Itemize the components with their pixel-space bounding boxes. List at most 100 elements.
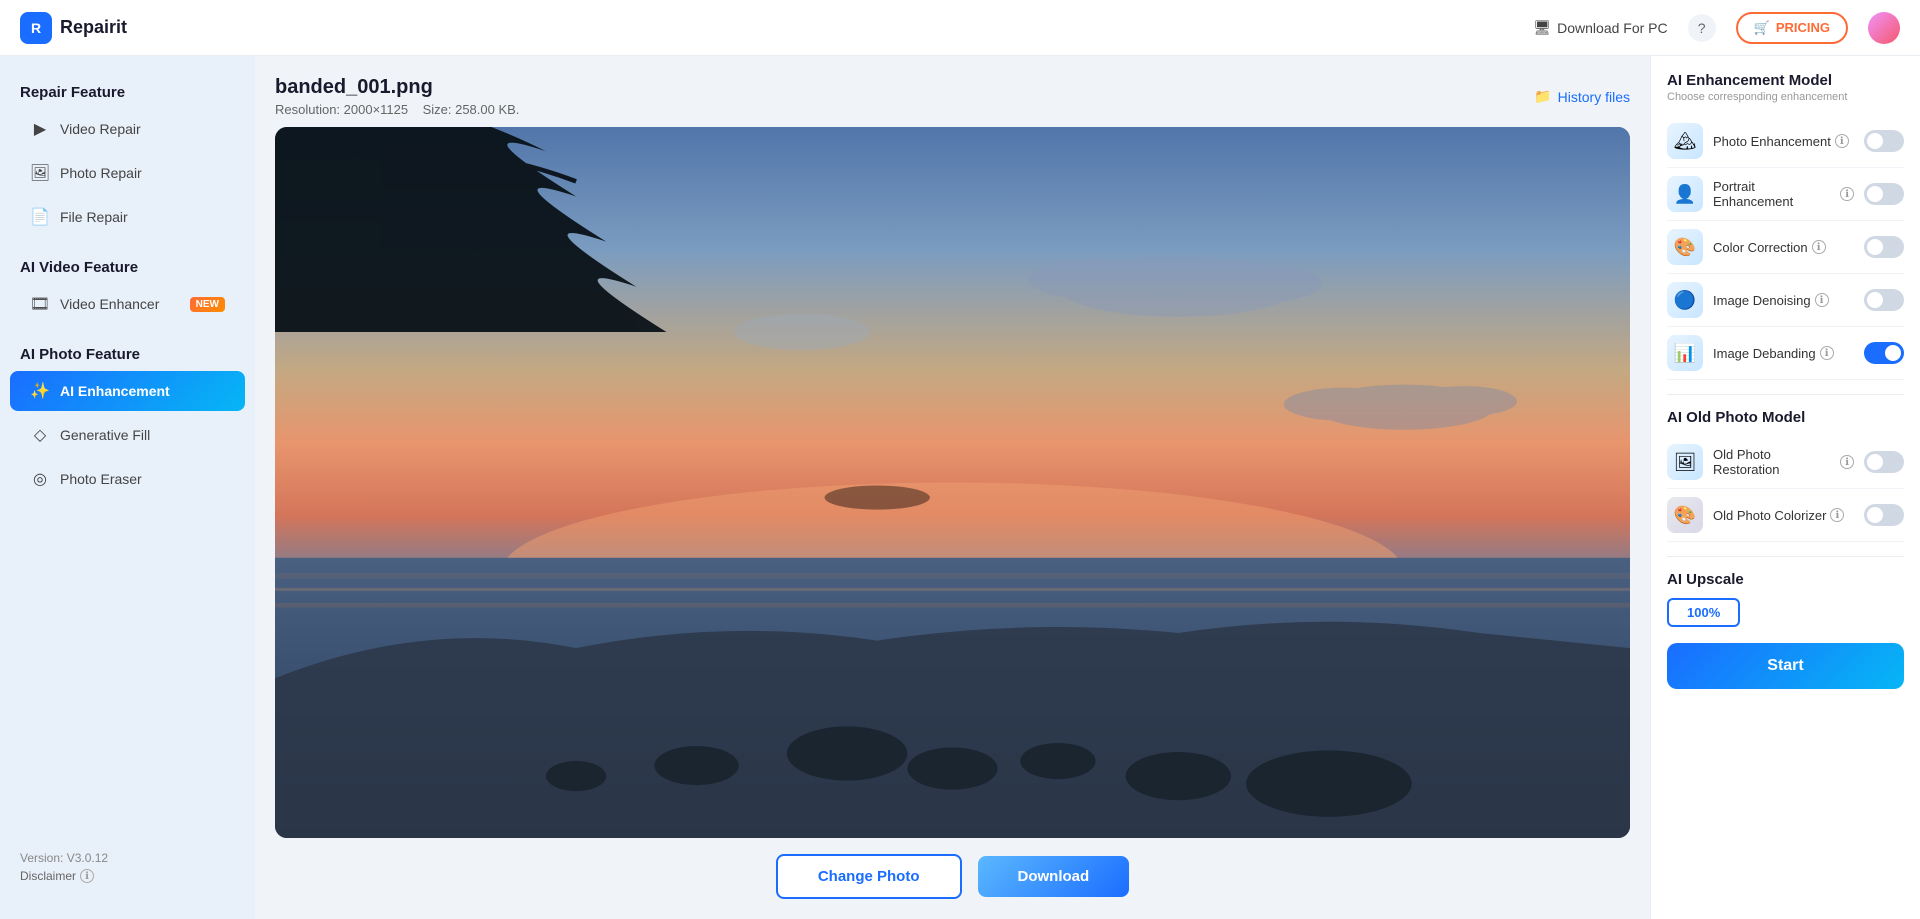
old-photo-restoration-toggle-track[interactable] bbox=[1864, 451, 1904, 473]
image-debanding-toggle-thumb bbox=[1885, 345, 1901, 361]
color-correction-toggle[interactable] bbox=[1864, 236, 1904, 258]
file-meta: Resolution: 2000×1125 Size: 258.00 KB. bbox=[275, 102, 519, 117]
old-photo-restoration-feature-icon: 🖼 bbox=[1667, 444, 1703, 480]
portrait-enhancement-toggle-track[interactable] bbox=[1864, 183, 1904, 205]
sidebar-item-photo-eraser-label: Photo Eraser bbox=[60, 471, 142, 487]
image-denoising-label: Image Denoising ℹ bbox=[1713, 293, 1854, 308]
start-button[interactable]: Start bbox=[1667, 643, 1904, 689]
sidebar-item-video-repair-label: Video Repair bbox=[60, 121, 141, 137]
portrait-enhancement-toggle-thumb bbox=[1867, 186, 1883, 202]
sidebar-item-video-enhancer[interactable]: 🎞 Video Enhancer NEW bbox=[10, 284, 245, 324]
ai-enhancement-model-subtitle: Choose corresponding enhancement bbox=[1667, 91, 1904, 103]
image-debanding-toggle[interactable] bbox=[1864, 342, 1904, 364]
user-avatar[interactable] bbox=[1868, 12, 1900, 44]
upscale-100-option[interactable]: 100% bbox=[1667, 598, 1740, 627]
old-photo-restoration-info-icon[interactable]: ℹ bbox=[1840, 455, 1854, 469]
portrait-enhancement-label: Portrait Enhancement ℹ bbox=[1713, 179, 1854, 209]
image-denoising-feature-icon: 🔵 bbox=[1667, 282, 1703, 318]
image-denoising-toggle-track[interactable] bbox=[1864, 289, 1904, 311]
file-repair-icon: 📄 bbox=[30, 207, 50, 227]
history-files-label: History files bbox=[1558, 89, 1630, 105]
file-name: banded_001.png bbox=[275, 76, 519, 99]
image-debanding-info-icon[interactable]: ℹ bbox=[1820, 346, 1834, 360]
feature-row-portrait-enhancement: 👤 Portrait Enhancement ℹ bbox=[1667, 168, 1904, 221]
video-enhancer-icon: 🎞 bbox=[30, 294, 50, 314]
feature-row-photo-enhancement: 🏔 Photo Enhancement ℹ bbox=[1667, 115, 1904, 168]
file-size: Size: 258.00 KB. bbox=[423, 102, 520, 117]
sidebar-item-photo-repair[interactable]: 🖼 Photo Repair bbox=[10, 153, 245, 193]
photo-eraser-icon: ◎ bbox=[30, 469, 50, 489]
right-panel: AI Enhancement Model Choose correspondin… bbox=[1650, 56, 1920, 919]
old-photo-restoration-toggle[interactable] bbox=[1864, 451, 1904, 473]
new-badge: NEW bbox=[190, 297, 225, 312]
photo-enhancement-info-icon[interactable]: ℹ bbox=[1835, 134, 1849, 148]
video-repair-icon: ▶ bbox=[30, 119, 50, 139]
image-debanding-label: Image Debanding ℹ bbox=[1713, 346, 1854, 361]
sidebar-item-generative-fill[interactable]: ◇ Generative Fill bbox=[10, 415, 245, 455]
color-correction-toggle-thumb bbox=[1867, 239, 1883, 255]
old-photo-restoration-toggle-thumb bbox=[1867, 454, 1883, 470]
logo-text: Repairit bbox=[60, 17, 127, 38]
main-layout: Repair Feature ▶ Video Repair 🖼 Photo Re… bbox=[0, 56, 1920, 919]
header-right: 🖥 Download For PC ? 🛒 PRICING bbox=[1533, 12, 1900, 44]
generative-fill-icon: ◇ bbox=[30, 425, 50, 445]
panel-separator-2 bbox=[1667, 556, 1904, 557]
download-for-pc-button[interactable]: 🖥 Download For PC bbox=[1533, 19, 1667, 36]
help-icon[interactable]: ? bbox=[1688, 14, 1716, 42]
photo-enhancement-toggle-track[interactable] bbox=[1864, 130, 1904, 152]
disclaimer-info-icon: ℹ bbox=[80, 869, 94, 883]
image-denoising-toggle[interactable] bbox=[1864, 289, 1904, 311]
ai-upscale-title: AI Upscale bbox=[1667, 571, 1904, 588]
preview-image bbox=[275, 127, 1630, 838]
photo-enhancement-toggle[interactable] bbox=[1864, 130, 1904, 152]
color-correction-info-icon[interactable]: ℹ bbox=[1812, 240, 1826, 254]
sidebar-item-file-repair-label: File Repair bbox=[60, 209, 128, 225]
image-denoising-toggle-thumb bbox=[1867, 292, 1883, 308]
sidebar-repair-section-title: Repair Feature bbox=[0, 76, 255, 107]
header: R Repairit 🖥 Download For PC ? 🛒 PRICING bbox=[0, 0, 1920, 56]
disclaimer-link[interactable]: Disclaimer ℹ bbox=[20, 869, 235, 883]
ai-upscale-section: AI Upscale 100% bbox=[1667, 571, 1904, 627]
image-debanding-toggle-track[interactable] bbox=[1864, 342, 1904, 364]
action-bar: Change Photo Download bbox=[275, 854, 1630, 899]
photo-repair-icon: 🖼 bbox=[30, 163, 50, 183]
color-correction-toggle-track[interactable] bbox=[1864, 236, 1904, 258]
sidebar-item-photo-repair-label: Photo Repair bbox=[60, 165, 142, 181]
ai-enhancement-icon: ✨ bbox=[30, 381, 50, 401]
pricing-label: PRICING bbox=[1776, 20, 1830, 35]
panel-separator-1 bbox=[1667, 394, 1904, 395]
sidebar-ai-photo-section-title: AI Photo Feature bbox=[0, 338, 255, 369]
image-denoising-info-icon[interactable]: ℹ bbox=[1815, 293, 1829, 307]
color-correction-feature-icon: 🎨 bbox=[1667, 229, 1703, 265]
sidebar-item-file-repair[interactable]: 📄 File Repair bbox=[10, 197, 245, 237]
old-photo-colorizer-toggle[interactable] bbox=[1864, 504, 1904, 526]
old-photo-colorizer-label: Old Photo Colorizer ℹ bbox=[1713, 508, 1854, 523]
old-photo-colorizer-info-icon[interactable]: ℹ bbox=[1830, 508, 1844, 522]
logo-icon: R bbox=[20, 12, 52, 44]
sidebar-item-video-repair[interactable]: ▶ Video Repair bbox=[10, 109, 245, 149]
old-photo-colorizer-feature-icon: 🎨 bbox=[1667, 497, 1703, 533]
pricing-button[interactable]: 🛒 PRICING bbox=[1736, 12, 1848, 44]
photo-enhancement-toggle-thumb bbox=[1867, 133, 1883, 149]
feature-row-image-debanding: 📊 Image Debanding ℹ bbox=[1667, 327, 1904, 380]
ai-old-photo-title: AI Old Photo Model bbox=[1667, 409, 1904, 426]
sidebar-item-ai-enhancement-label: AI Enhancement bbox=[60, 383, 170, 399]
color-correction-label: Color Correction ℹ bbox=[1713, 240, 1854, 255]
feature-row-color-correction: 🎨 Color Correction ℹ bbox=[1667, 221, 1904, 274]
folder-icon: 📁 bbox=[1534, 88, 1551, 105]
old-photo-restoration-label: Old Photo Restoration ℹ bbox=[1713, 447, 1854, 477]
portrait-enhancement-toggle[interactable] bbox=[1864, 183, 1904, 205]
change-photo-button[interactable]: Change Photo bbox=[776, 854, 962, 899]
old-photo-colorizer-toggle-track[interactable] bbox=[1864, 504, 1904, 526]
sidebar-item-video-enhancer-label: Video Enhancer bbox=[60, 296, 159, 312]
sidebar-ai-video-section-title: AI Video Feature bbox=[0, 251, 255, 282]
history-files-button[interactable]: 📁 History files bbox=[1534, 88, 1630, 105]
portrait-enhancement-feature-icon: 👤 bbox=[1667, 176, 1703, 212]
portrait-enhancement-info-icon[interactable]: ℹ bbox=[1840, 187, 1854, 201]
ai-enhancement-model-title: AI Enhancement Model bbox=[1667, 72, 1904, 89]
sidebar-footer: Version: V3.0.12 Disclaimer ℹ bbox=[0, 835, 255, 899]
sidebar-item-photo-eraser[interactable]: ◎ Photo Eraser bbox=[10, 459, 245, 499]
feature-row-image-denoising: 🔵 Image Denoising ℹ bbox=[1667, 274, 1904, 327]
download-button[interactable]: Download bbox=[978, 856, 1130, 897]
sidebar-item-ai-enhancement[interactable]: ✨ AI Enhancement bbox=[10, 371, 245, 411]
